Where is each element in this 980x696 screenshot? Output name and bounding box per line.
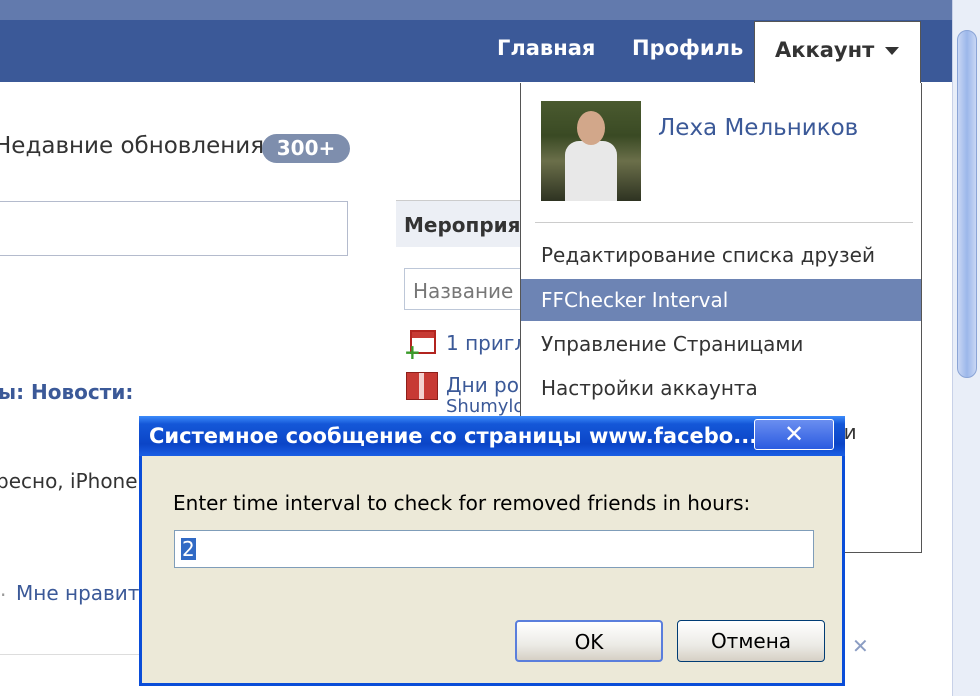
system-prompt-dialog: Системное сообщение со страницы www.face… [139,416,845,686]
avatar[interactable] [541,101,641,201]
dialog-title: Системное сообщение со страницы www.face… [149,424,758,448]
vertical-scrollbar[interactable] [952,0,980,696]
dialog-title-bar[interactable]: Системное сообщение со страницы www.face… [139,416,845,456]
gift-icon [406,372,438,400]
event-invite-link[interactable]: 1 пригл [446,331,527,355]
menu-item-label: Редактирование списка друзей [541,243,875,267]
menu-item-manage-pages[interactable]: Управление Страницами [521,323,921,365]
menu-item-edit-friends[interactable]: Редактирование списка друзей [521,234,921,276]
menu-item-account-settings[interactable]: Настройки аккаунта [521,367,921,409]
topbar-stripe [0,0,952,20]
nav-profile-link[interactable]: Профиль [632,36,743,60]
account-label: Аккаунт [775,38,875,62]
avatar-figure [565,141,617,201]
plus-icon: + [404,340,421,364]
ok-button[interactable]: OK [515,620,663,662]
account-menu-button[interactable]: Аккаунт [754,21,921,84]
event-name-placeholder: Название [413,279,514,303]
separator-dot: · [0,583,7,607]
recent-updates-link[interactable]: Недавние обновления [0,133,264,159]
dialog-message: Enter time interval to check for removed… [173,491,751,515]
chevron-down-icon [885,47,899,55]
avatar-head [577,111,605,145]
updates-count-badge[interactable]: 300+ [262,134,350,163]
close-icon: ✕ [783,420,805,448]
interval-input-value: 2 [181,537,196,561]
menu-item-label: Настройки аккаунта [541,376,758,400]
like-link[interactable]: Мне нравит [16,581,139,605]
menu-item-label: FFChecker Interval [541,288,729,312]
birthday-name-link[interactable]: Shumylo [446,396,524,417]
status-input[interactable] [0,201,348,256]
interval-input[interactable]: 2 [174,530,814,568]
menu-item-ffchecker-interval[interactable]: FFChecker Interval [521,279,921,321]
nav-home-link[interactable]: Главная [497,36,595,60]
dialog-close-button[interactable]: ✕ [754,419,834,450]
user-name-link[interactable]: Леха Мельников [658,115,858,141]
scrollbar-thumb[interactable] [957,30,977,378]
cancel-button[interactable]: Отмена [677,620,825,662]
events-title: Мероприя [404,213,521,237]
menu-item-label: Управление Страницами [541,332,804,356]
feed-post-text: ресно, iPhone [0,469,138,493]
close-icon[interactable]: ✕ [852,634,869,658]
menu-divider [535,222,913,223]
top-navigation-bar: Главная Профиль Аккаунт [0,0,952,84]
news-heading: ы: Новости: [0,380,134,404]
